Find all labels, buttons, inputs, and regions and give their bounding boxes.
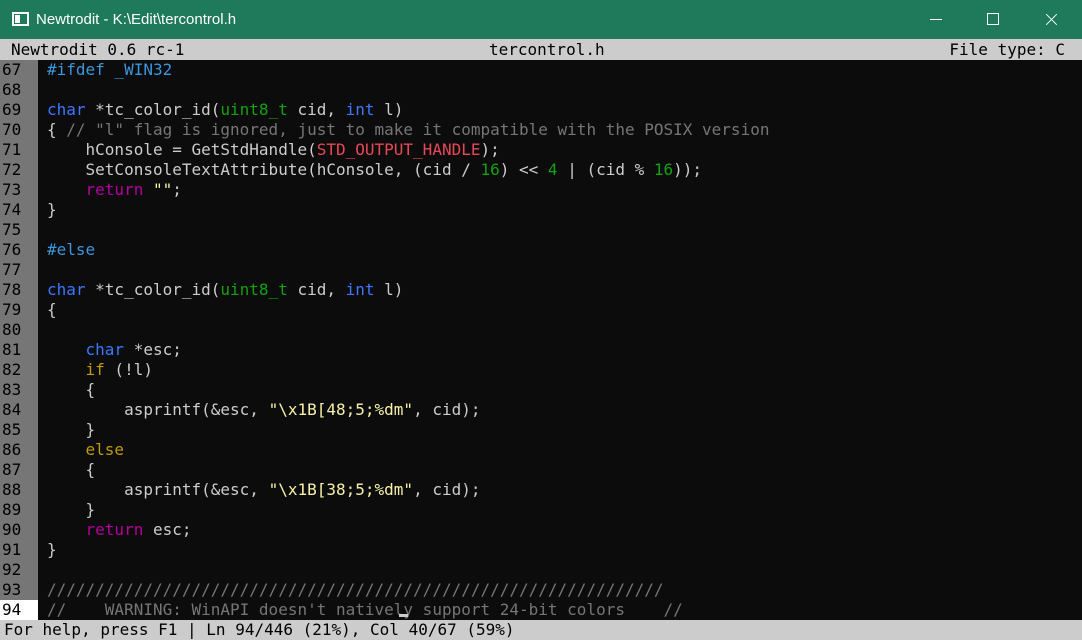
code-line[interactable]: hConsole = GetStdHandle(STD_OUTPUT_HANDL… — [47, 140, 500, 160]
line-number: 82 — [2, 360, 22, 379]
code-line[interactable]: } — [47, 420, 96, 440]
line-number: 79 — [2, 300, 22, 319]
line-number: 78 — [2, 280, 22, 299]
file-name: tercontrol.h — [489, 40, 605, 59]
line-number: 75 — [2, 220, 22, 239]
code-line[interactable]: char *tc_color_id(uint8_t cid, int l) — [47, 280, 403, 300]
window-titlebar[interactable]: Newtrodit - K:\Edit\tercontrol.h — [0, 0, 1082, 39]
line-number: 68 — [2, 80, 22, 99]
code-line[interactable]: { — [47, 460, 96, 480]
line-number: 91 — [2, 540, 22, 559]
line-number: 93 — [2, 580, 22, 599]
code-line[interactable]: { — [47, 300, 57, 320]
line-number: 90 — [2, 520, 22, 539]
status-bar: For help, press F1 | Ln 94/446 (21%), Co… — [0, 620, 1082, 640]
code-line[interactable]: { — [47, 380, 96, 400]
code-line[interactable]: else — [47, 440, 125, 460]
line-number: 76 — [2, 240, 22, 259]
line-number: 69 — [2, 100, 22, 119]
line-number: 74 — [2, 200, 22, 219]
code-line[interactable]: } — [47, 540, 57, 560]
line-number: 87 — [2, 460, 22, 479]
app-version: Newtrodit 0.6 rc-1 — [11, 40, 185, 59]
code-line[interactable]: char *esc; — [47, 340, 182, 360]
code-line[interactable]: return ""; — [47, 180, 182, 200]
line-number: 72 — [2, 160, 22, 179]
line-number: 83 — [2, 380, 22, 399]
line-number: 84 — [2, 400, 22, 419]
line-number: 88 — [2, 480, 22, 499]
line-number: 85 — [2, 420, 22, 439]
code-line-current[interactable]: // WARNING: WinAPI doesn't natively supp… — [47, 600, 683, 620]
code-line[interactable]: } — [47, 500, 96, 520]
line-number: 80 — [2, 320, 22, 339]
line-number: 81 — [2, 340, 22, 359]
code-line[interactable]: return esc; — [47, 520, 192, 540]
text-cursor — [399, 614, 408, 617]
line-number: 70 — [2, 120, 22, 139]
line-number: 71 — [2, 140, 22, 159]
current-line-number: 94 — [0, 600, 38, 620]
code-line[interactable]: asprintf(&esc, "\x1B[38;5;%dm", cid); — [47, 480, 480, 500]
line-number: 89 — [2, 500, 22, 519]
line-number: 86 — [2, 440, 22, 459]
line-number: 73 — [2, 180, 22, 199]
code-line[interactable]: ////////////////////////////////////////… — [47, 580, 664, 600]
minimize-button[interactable] — [907, 0, 965, 39]
line-number: 67 — [2, 60, 22, 79]
code-line[interactable]: SetConsoleTextAttribute(hConsole, (cid /… — [47, 160, 703, 180]
code-line[interactable]: if (!l) — [47, 360, 153, 380]
maximize-button[interactable] — [964, 0, 1022, 39]
code-line[interactable]: { // "l" flag is ignored, just to make i… — [47, 120, 769, 140]
window-title: Newtrodit - K:\Edit\tercontrol.h — [36, 11, 237, 28]
code-editor[interactable]: #ifdef _WIN32 char *tc_color_id(uint8_t … — [47, 60, 1077, 620]
close-button[interactable] — [1022, 0, 1080, 39]
editor-header: Newtrodit 0.6 rc-1 tercontrol.h File typ… — [0, 39, 1082, 60]
code-line[interactable]: #ifdef _WIN32 — [47, 60, 172, 80]
line-number-gutter: 67 68 69 70 71 72 73 74 75 76 77 78 79 8… — [0, 60, 38, 620]
line-number: 92 — [2, 560, 22, 579]
line-number: 77 — [2, 260, 22, 279]
code-line[interactable]: asprintf(&esc, "\x1B[48;5;%dm", cid); — [47, 400, 480, 420]
code-line[interactable]: } — [47, 200, 57, 220]
file-type: File type: C — [949, 40, 1065, 59]
code-line[interactable]: #else — [47, 240, 95, 260]
console-app-icon — [12, 12, 29, 26]
code-line[interactable]: char *tc_color_id(uint8_t cid, int l) — [47, 100, 403, 120]
